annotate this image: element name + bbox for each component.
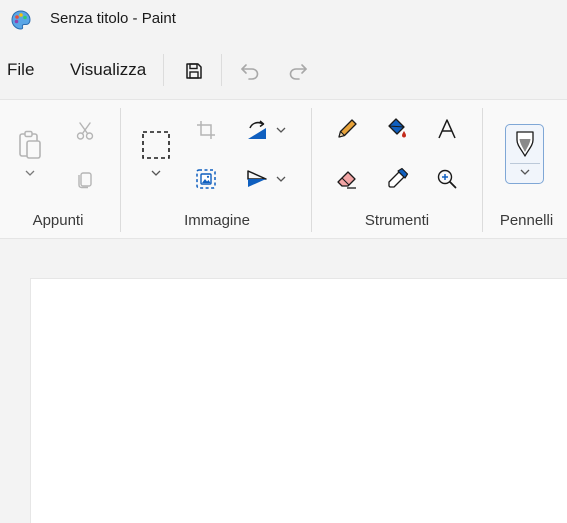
rotate-icon: [248, 120, 266, 139]
copy-icon: [78, 172, 92, 189]
ribbon: Appunti Immagine Strumenti Pennelli: [0, 99, 567, 239]
menu-divider: [163, 54, 164, 86]
group-divider: [311, 108, 312, 232]
drawing-canvas[interactable]: [30, 278, 567, 523]
redo-button[interactable]: [283, 56, 313, 86]
menu-bar: File Visualizza: [0, 46, 567, 92]
paint-bucket-icon: [388, 118, 406, 138]
scissors-icon: [76, 122, 94, 140]
pencil-icon: [338, 119, 357, 138]
menu-file[interactable]: File: [7, 60, 34, 80]
chevron-down-icon: [25, 170, 35, 176]
image-group-label: Immagine: [184, 212, 250, 229]
flip-icon: [247, 170, 267, 187]
resize-button[interactable]: [193, 166, 219, 192]
paint-app-icon: [10, 9, 32, 31]
rotate-dropdown[interactable]: [273, 123, 289, 137]
clipboard-group-label: Appunti: [32, 212, 84, 229]
redo-icon: [289, 64, 307, 80]
rotate-button[interactable]: [243, 117, 271, 143]
crop-icon: [197, 121, 215, 139]
zoom-in-icon: [437, 169, 457, 189]
color-picker-tool[interactable]: [383, 165, 411, 193]
window-title: Senza titolo - Paint: [50, 10, 176, 27]
save-button[interactable]: [179, 56, 209, 86]
brushes-button[interactable]: [505, 124, 544, 184]
undo-icon: [241, 64, 259, 80]
paste-icon: [19, 130, 41, 159]
eraser-tool[interactable]: [333, 165, 361, 193]
brush-icon: [515, 131, 534, 157]
resize-image-icon: [196, 169, 216, 189]
select-button[interactable]: [139, 128, 173, 162]
paste-dropdown[interactable]: [22, 166, 38, 180]
magnifier-tool[interactable]: [433, 165, 461, 193]
save-icon: [186, 63, 202, 79]
cut-button[interactable]: [72, 118, 98, 144]
group-divider: [120, 108, 121, 232]
eyedropper-icon: [388, 167, 409, 188]
brush-button-divider: [509, 163, 540, 164]
paste-button[interactable]: [14, 128, 46, 162]
pencil-tool[interactable]: [333, 115, 361, 143]
group-divider: [482, 108, 483, 232]
fill-tool[interactable]: [383, 115, 411, 143]
tools-group-label: Strumenti: [364, 212, 430, 229]
undo-button[interactable]: [235, 56, 265, 86]
brushes-group-label: Pennelli: [499, 212, 554, 229]
flip-button[interactable]: [243, 166, 271, 192]
eraser-icon: [337, 171, 356, 189]
chevron-down-icon: [276, 127, 286, 133]
menu-divider: [221, 54, 222, 86]
crop-button[interactable]: [193, 117, 219, 143]
chevron-down-icon: [520, 169, 529, 175]
text-icon: [438, 119, 456, 139]
selection-rectangle-icon: [142, 131, 170, 159]
copy-button[interactable]: [72, 166, 98, 192]
canvas-workspace: [0, 240, 567, 523]
menu-view[interactable]: Visualizza: [70, 60, 146, 80]
chevron-down-icon: [276, 176, 286, 182]
title-bar: Senza titolo - Paint: [0, 0, 567, 40]
text-tool[interactable]: [433, 115, 461, 143]
flip-dropdown[interactable]: [273, 172, 289, 186]
chevron-down-icon: [151, 170, 161, 176]
select-dropdown[interactable]: [148, 166, 164, 180]
